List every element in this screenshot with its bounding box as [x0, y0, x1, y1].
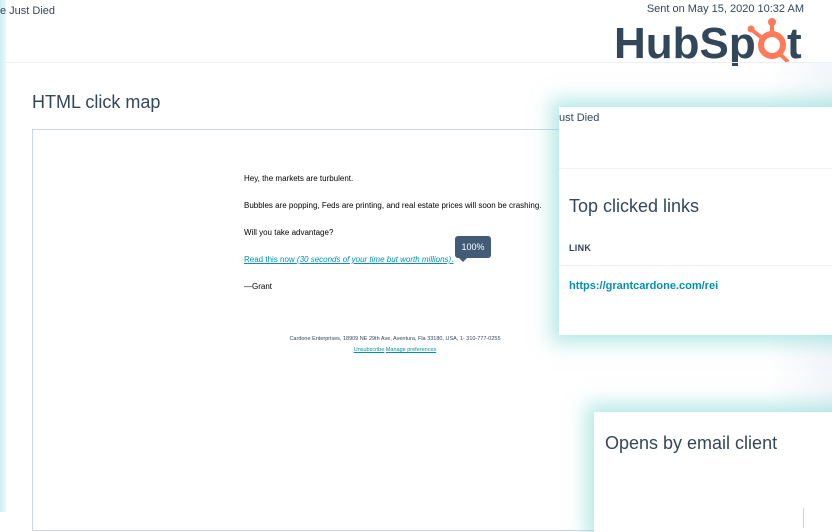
email-body: Hey, the markets are turbulent. Bubbles …	[244, 174, 564, 309]
panel-subject-fragment: ust Died	[559, 112, 600, 124]
top-clicked-links-panel: ust Died Top clicked links LINK https://…	[559, 107, 832, 335]
top-link-row[interactable]: https://grantcardone.com/rei	[569, 280, 718, 292]
email-cta-italic: (30 seconds of your time but worth milli…	[296, 255, 452, 264]
email-subject-fragment: e Just Died	[0, 5, 56, 17]
email-line-question: Will you take advantage?	[244, 228, 334, 237]
email-footer-address: Cardone Enterprises, 18909 NE 29th Ave, …	[289, 336, 501, 342]
chart-axis-tick	[803, 508, 804, 528]
email-signature: —Grant	[244, 282, 273, 291]
email-line-greeting: Hey, the markets are turbulent.	[244, 174, 354, 183]
email-footer-links: Unsubscribe Manage preferences	[250, 347, 540, 353]
manage-preferences-link[interactable]: Manage preferences	[386, 347, 436, 353]
unsubscribe-link[interactable]: Unsubscribe	[354, 347, 385, 353]
click-rate-tooltip: 100%	[455, 236, 491, 262]
sent-on-timestamp: Sent on May 15, 2020 10:32 AM	[646, 3, 804, 15]
hubspot-logo-text-hubsp: HubSp	[614, 19, 756, 66]
click-map-title: HTML click map	[32, 92, 161, 112]
hubspot-logo-text-t: t	[787, 19, 802, 66]
email-cta-prefix: Read this now	[244, 255, 297, 264]
table-header-divider	[559, 265, 832, 266]
opens-by-client-title: Opens by email client	[605, 433, 778, 453]
email-cta-suffix: .	[451, 255, 454, 264]
email-cta-link[interactable]: Read this now (30 seconds of your time b…	[244, 255, 564, 264]
header-divider	[6, 62, 832, 63]
link-column-header: LINK	[569, 243, 592, 253]
top-clicked-links-title: Top clicked links	[569, 196, 700, 216]
opens-by-email-client-panel: Opens by email client	[594, 412, 832, 532]
email-line-bubbles: Bubbles are popping, Feds are printing, …	[244, 201, 542, 210]
panel-header-divider	[559, 168, 832, 169]
hubspot-logo: HubSp t	[614, 18, 802, 66]
left-edge-strip	[0, 0, 6, 512]
